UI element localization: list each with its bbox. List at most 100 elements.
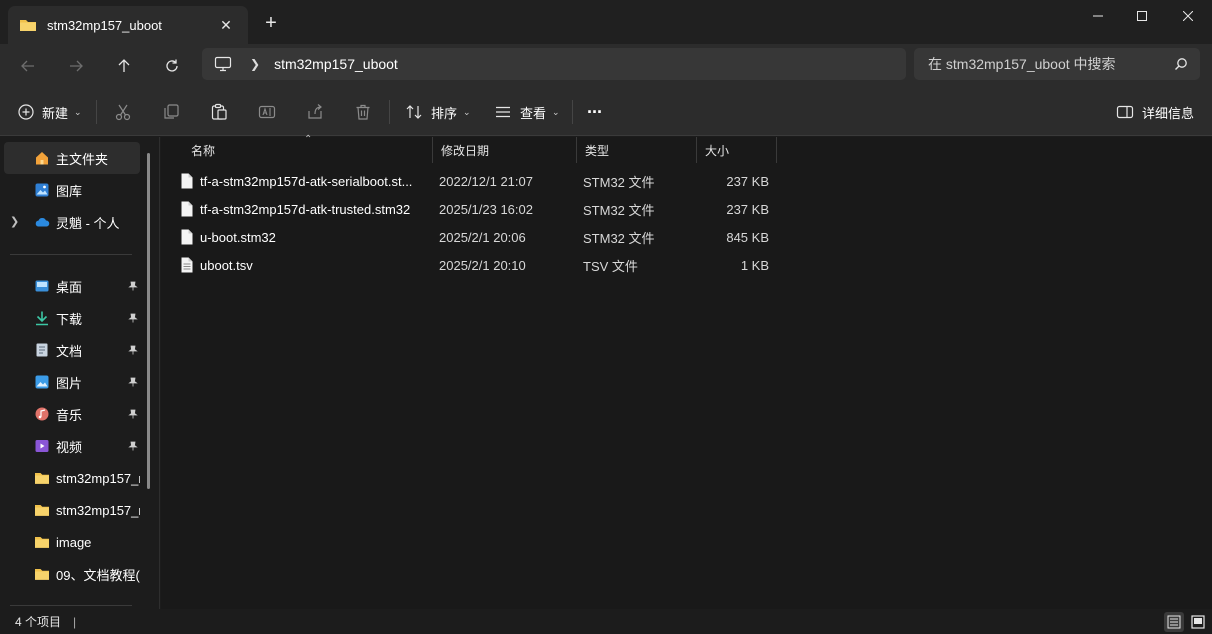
tab-active[interactable]: stm32mp157_uboot ✕ bbox=[8, 6, 248, 44]
close-window-button[interactable] bbox=[1165, 0, 1211, 32]
pin-icon[interactable] bbox=[128, 311, 138, 326]
arrow-up-icon bbox=[118, 59, 130, 72]
sidebar-item-label: 下载 bbox=[56, 311, 83, 327]
up-button[interactable] bbox=[108, 50, 140, 82]
sidebar-item-quick-access[interactable]: stm32mp157_r bbox=[4, 494, 140, 526]
paste-icon bbox=[211, 103, 227, 120]
pin-icon[interactable] bbox=[128, 343, 138, 358]
sort-label: 排序 bbox=[431, 105, 458, 121]
new-tab-button[interactable]: + bbox=[256, 8, 286, 38]
rename-button[interactable] bbox=[258, 96, 276, 128]
refresh-button[interactable] bbox=[156, 50, 188, 82]
file-row[interactable]: tf-a-stm32mp157d-atk-trusted.stm32 2025/1… bbox=[175, 195, 775, 223]
sidebar-scrollbar[interactable] bbox=[147, 153, 150, 489]
sidebar-item-quick-access[interactable]: 视频 bbox=[4, 430, 140, 462]
arrow-right-icon bbox=[70, 60, 83, 72]
sidebar-item-quick-access[interactable]: 桌面 bbox=[4, 270, 140, 302]
pin-icon[interactable] bbox=[128, 375, 138, 390]
column-header-size[interactable]: 大小 bbox=[697, 137, 777, 163]
search-input[interactable] bbox=[928, 56, 1174, 72]
sidebar-item-label: 灵魈 - 个人 bbox=[56, 215, 120, 231]
sidebar-divider bbox=[10, 605, 132, 606]
view-label: 查看 bbox=[520, 105, 547, 121]
file-row[interactable]: tf-a-stm32mp157d-atk-serialboot.st... 202… bbox=[175, 167, 775, 195]
sidebar-item-home[interactable]: 主文件夹 bbox=[4, 142, 140, 174]
file-row[interactable]: u-boot.stm32 2025/2/1 20:06 STM32 文件 845 KB bbox=[175, 223, 775, 251]
address-bar[interactable]: ❯ stm32mp157_uboot bbox=[202, 48, 906, 80]
chevron-down-icon: ⌄ bbox=[463, 106, 471, 117]
search-box[interactable] bbox=[914, 48, 1200, 80]
pin-icon[interactable] bbox=[128, 279, 138, 294]
sidebar-item-quick-access[interactable]: stm32mp157_r bbox=[4, 462, 140, 494]
sidebar-item-quick-access[interactable]: 09、文档教程(E bbox=[4, 558, 140, 590]
refresh-icon bbox=[166, 59, 178, 72]
sidebar-item-label: 桌面 bbox=[56, 279, 83, 295]
chevron-down-icon: ⌄ bbox=[74, 106, 82, 117]
column-header-date[interactable]: 修改日期 bbox=[433, 137, 577, 163]
sidebar-item-label: 主文件夹 bbox=[56, 151, 109, 167]
share-button[interactable] bbox=[306, 96, 324, 128]
file-icon bbox=[180, 173, 194, 189]
download-icon bbox=[34, 310, 50, 326]
sidebar-item-label: stm32mp157_r bbox=[56, 470, 140, 486]
delete-button[interactable] bbox=[354, 96, 372, 128]
toolbar-divider bbox=[96, 100, 97, 124]
gallery-icon bbox=[34, 182, 50, 198]
tab-close-icon[interactable]: ✕ bbox=[210, 11, 242, 39]
file-type: STM32 文件 bbox=[583, 202, 655, 218]
details-pane-icon bbox=[1116, 105, 1134, 119]
minimize-button[interactable] bbox=[1075, 0, 1121, 32]
sidebar-item-quick-access[interactable]: image bbox=[4, 526, 140, 558]
cut-button[interactable] bbox=[114, 96, 132, 128]
view-button[interactable]: 查看 ⌄ bbox=[494, 96, 560, 128]
maximize-button[interactable] bbox=[1119, 0, 1165, 32]
file-name: tf-a-stm32mp157d-atk-serialboot.st... bbox=[200, 173, 413, 189]
sidebar-item-quick-access[interactable]: 图片 bbox=[4, 366, 140, 398]
sidebar-item-label: image bbox=[56, 534, 92, 550]
large-icons-view-button[interactable] bbox=[1188, 612, 1208, 632]
details-view-icon bbox=[1167, 615, 1181, 629]
file-size: 237 KB bbox=[726, 201, 769, 217]
sidebar-item-quick-access[interactable]: 音乐 bbox=[4, 398, 140, 430]
music-icon bbox=[34, 406, 50, 422]
view-icon bbox=[496, 106, 510, 118]
column-header-type[interactable]: 类型 bbox=[577, 137, 697, 163]
file-name: u-boot.stm32 bbox=[200, 229, 276, 245]
file-type: STM32 文件 bbox=[583, 230, 655, 246]
back-button[interactable] bbox=[12, 50, 44, 82]
paste-button[interactable] bbox=[210, 96, 228, 128]
text-file-icon bbox=[180, 257, 194, 273]
folder-icon bbox=[19, 18, 37, 32]
breadcrumb-item[interactable]: stm32mp157_uboot bbox=[274, 56, 398, 72]
minimize-icon bbox=[1093, 15, 1103, 17]
column-header-name[interactable]: 名称 bbox=[183, 137, 433, 163]
file-date: 2025/2/1 20:06 bbox=[439, 229, 526, 245]
copy-button[interactable] bbox=[162, 96, 180, 128]
cloud-icon bbox=[34, 214, 50, 230]
chevron-right-icon[interactable]: ❯ bbox=[250, 57, 260, 71]
sidebar-item-onedrive[interactable]: 灵魈 - 个人 bbox=[4, 206, 140, 238]
sidebar-item-label: 音乐 bbox=[56, 407, 83, 423]
details-pane-button[interactable]: 详细信息 bbox=[1116, 96, 1194, 128]
forward-button[interactable] bbox=[60, 50, 92, 82]
new-button[interactable]: 新建 ⌄ bbox=[18, 96, 82, 128]
folder-icon bbox=[34, 470, 50, 486]
sidebar-item-quick-access[interactable]: 下载 bbox=[4, 302, 140, 334]
maximize-icon bbox=[1137, 11, 1147, 21]
status-separator: | bbox=[73, 614, 77, 629]
more-options-button[interactable]: ··· bbox=[587, 96, 603, 128]
pin-icon[interactable] bbox=[128, 439, 138, 454]
toolbar-divider bbox=[389, 100, 390, 124]
document-icon bbox=[34, 342, 50, 358]
file-row[interactable]: uboot.tsv 2025/2/1 20:10 TSV 文件 1 KB bbox=[175, 251, 775, 279]
file-name: uboot.tsv bbox=[200, 257, 253, 273]
sort-button[interactable]: 排序 ⌄ bbox=[405, 96, 471, 128]
sidebar-item-quick-access[interactable]: 文档 bbox=[4, 334, 140, 366]
sidebar-item-gallery[interactable]: 图库 bbox=[4, 174, 140, 206]
details-view-button[interactable] bbox=[1164, 612, 1184, 632]
new-label: 新建 bbox=[42, 105, 69, 121]
folder-icon bbox=[34, 534, 50, 550]
pin-icon[interactable] bbox=[128, 407, 138, 422]
desktop-icon bbox=[34, 278, 50, 294]
file-size: 1 KB bbox=[740, 257, 769, 273]
